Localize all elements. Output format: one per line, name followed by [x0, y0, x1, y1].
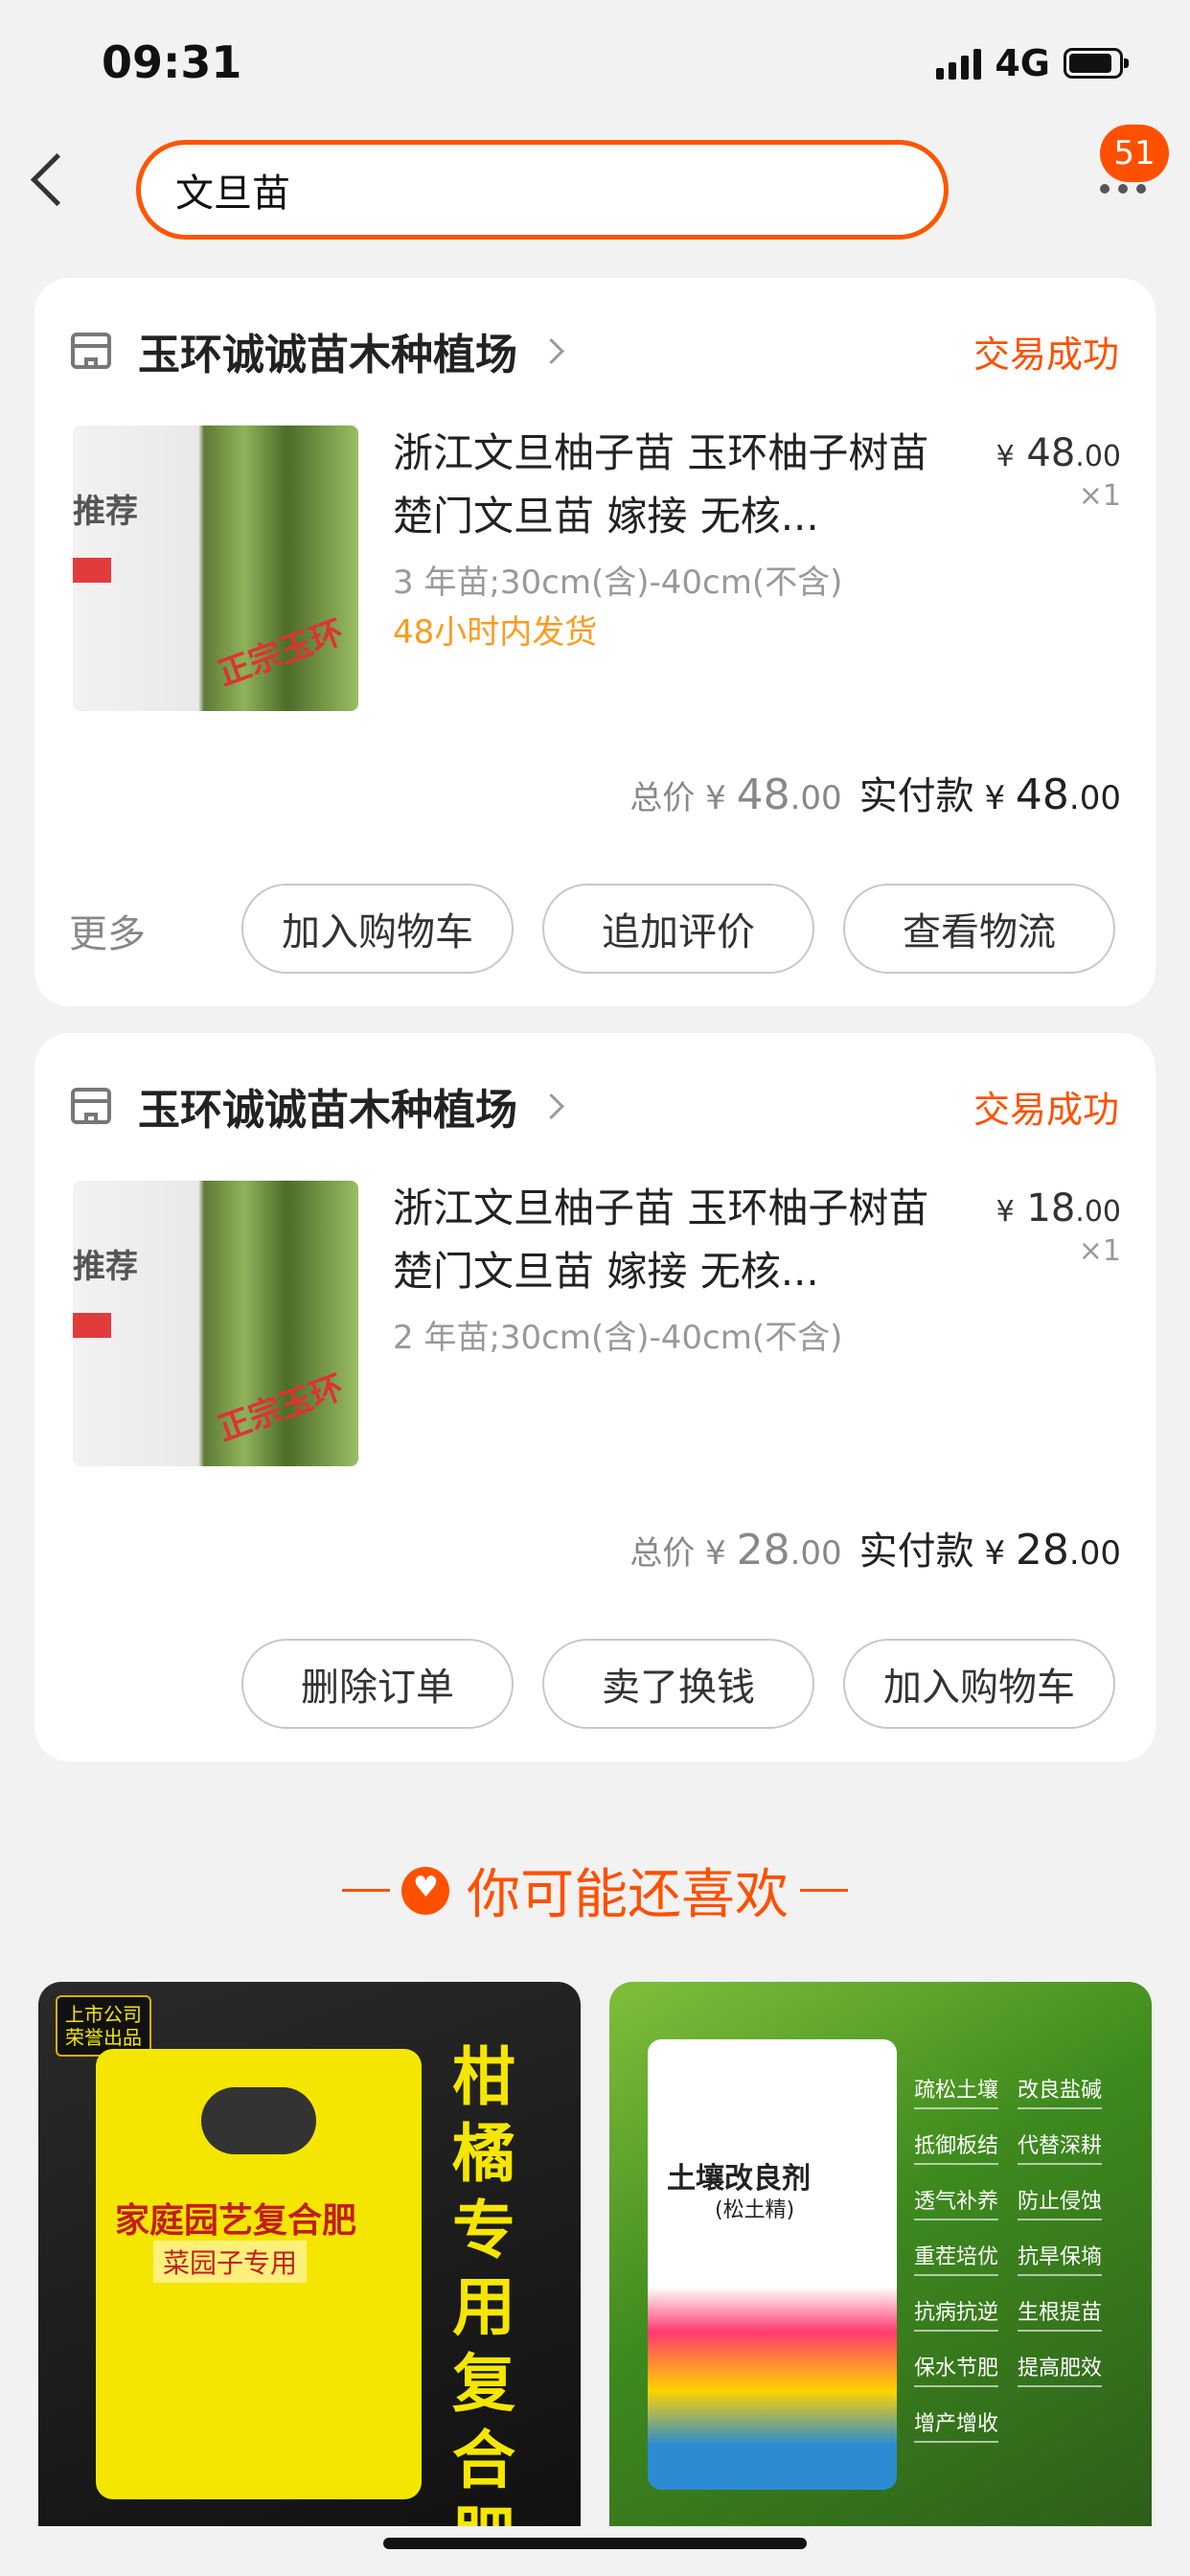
signal-icon	[936, 47, 982, 80]
product-sku: 2 年苗;30cm(含)-40cm(不含)	[393, 1319, 843, 1357]
home-indicator[interactable]	[383, 2538, 807, 2549]
shop-row[interactable]: 玉环诚诚苗木种植场 交易成功	[71, 316, 1119, 385]
thumb-label: 推荐	[73, 1248, 138, 1286]
paid-label: 实付款	[858, 774, 974, 818]
product-title[interactable]: 浙江文旦柚子苗 玉环柚子树苗 楚门文旦苗 嫁接 无核...	[393, 422, 949, 548]
heart-icon	[401, 1866, 449, 1915]
status-time: 09:31	[102, 36, 242, 88]
product-package: 土壤改良剂 (松土精)	[648, 2039, 897, 2490]
order-total: 总价 ¥ 28.00 实付款 ¥ 28.00	[629, 1520, 1121, 1576]
more-link[interactable]: 更多	[69, 903, 146, 958]
network-type: 4G	[995, 42, 1050, 84]
recommend-heading: 你可能还喜欢	[467, 1864, 789, 1926]
chevron-right-icon	[538, 337, 564, 364]
status-indicators: 4G	[936, 42, 1129, 84]
product-title[interactable]: 浙江文旦柚子苗 玉环柚子树苗 楚门文旦苗 嫁接 无核...	[393, 1177, 949, 1303]
shop-row[interactable]: 玉环诚诚苗木种植场 交易成功	[71, 1071, 1119, 1140]
chevron-right-icon	[538, 1092, 564, 1119]
product-quantity: ×1	[1078, 1234, 1121, 1268]
product-sku: 3 年苗;30cm(含)-40cm(不含)	[393, 564, 843, 602]
order-total: 总价 ¥ 48.00 实付款 ¥ 48.00	[629, 765, 1121, 820]
search-input[interactable]: 文旦苗	[136, 140, 949, 240]
recommend-title: 你可能还喜欢	[0, 1852, 1190, 1929]
back-icon[interactable]	[30, 152, 84, 207]
shop-icon	[71, 333, 111, 369]
battery-icon	[1064, 48, 1129, 79]
delete-order-button[interactable]: 删除订单	[241, 1639, 514, 1729]
recommend-product-card[interactable]: 土壤改良剂 (松土精) 疏松土壤 改良盐碱 抵御板结 代替深耕 透气补养 防止侵蚀 重…	[609, 1982, 1152, 2526]
order-card: 玉环诚诚苗木种植场 交易成功 推荐 正宗玉环 浙江文旦柚子苗 玉环柚子树苗 楚门…	[34, 1033, 1156, 1761]
add-to-cart-button[interactable]: 加入购物车	[241, 884, 514, 974]
product-tag: 上市公司 荣誉出品	[56, 1995, 151, 2057]
order-status: 交易成功	[973, 333, 1119, 376]
message-badge: 51	[1100, 125, 1169, 182]
package-name: 家庭园艺复合肥	[115, 2201, 357, 2241]
order-status: 交易成功	[973, 1088, 1119, 1131]
product-package: 家庭园艺复合肥 菜园子专用	[96, 2049, 422, 2499]
recommend-product-card[interactable]: 上市公司荣誉出品 家庭园艺复合肥 菜园子专用 柑橘专用复合肥	[38, 1982, 581, 2526]
product-quantity: ×1	[1078, 479, 1121, 513]
feature-list: 疏松土壤 改良盐碱 抵御板结 代替深耕 透气补养 防止侵蚀 重茬培优 抗旱保墒 抗病抗逆…	[914, 2073, 1103, 2443]
shop-name: 玉环诚诚苗木种植场	[138, 331, 517, 380]
resell-button[interactable]: 卖了换钱	[542, 1639, 814, 1729]
divider-left	[342, 1889, 390, 1892]
package-sub: (松土精)	[715, 2198, 795, 2222]
thumb-tag	[73, 1313, 111, 1338]
append-review-button[interactable]: 追加评价	[542, 884, 814, 974]
search-value: 文旦苗	[175, 172, 290, 216]
more-icon[interactable]	[1100, 184, 1146, 194]
product-thumbnail[interactable]: 推荐 正宗玉环	[73, 426, 358, 711]
thumb-overlay: 正宗玉环	[213, 612, 349, 694]
divider-right	[800, 1889, 848, 1892]
brand-logo	[201, 2087, 316, 2154]
shop-icon	[71, 1088, 111, 1124]
order-card: 玉环诚诚苗木种植场 交易成功 推荐 正宗玉环 浙江文旦柚子苗 玉环柚子树苗 楚门…	[34, 278, 1156, 1006]
product-thumbnail[interactable]: 推荐 正宗玉环	[73, 1181, 358, 1466]
package-sub: 菜园子专用	[153, 2241, 308, 2283]
shipping-note: 48小时内发货	[393, 613, 598, 652]
view-logistics-button[interactable]: 查看物流	[843, 884, 1115, 974]
paid-label: 实付款	[858, 1530, 974, 1574]
add-to-cart-button[interactable]: 加入购物车	[843, 1639, 1115, 1729]
shop-name: 玉环诚诚苗木种植场	[138, 1086, 517, 1135]
package-name: 土壤改良剂	[667, 2162, 811, 2196]
thumb-label: 推荐	[73, 493, 138, 531]
vertical-slogan: 柑橘专用复合肥	[452, 2040, 515, 2526]
thumb-tag	[73, 558, 111, 583]
thumb-overlay: 正宗玉环	[213, 1368, 349, 1449]
product-price: ¥ 48.00	[995, 431, 1121, 475]
product-price: ¥ 18.00	[995, 1186, 1121, 1230]
